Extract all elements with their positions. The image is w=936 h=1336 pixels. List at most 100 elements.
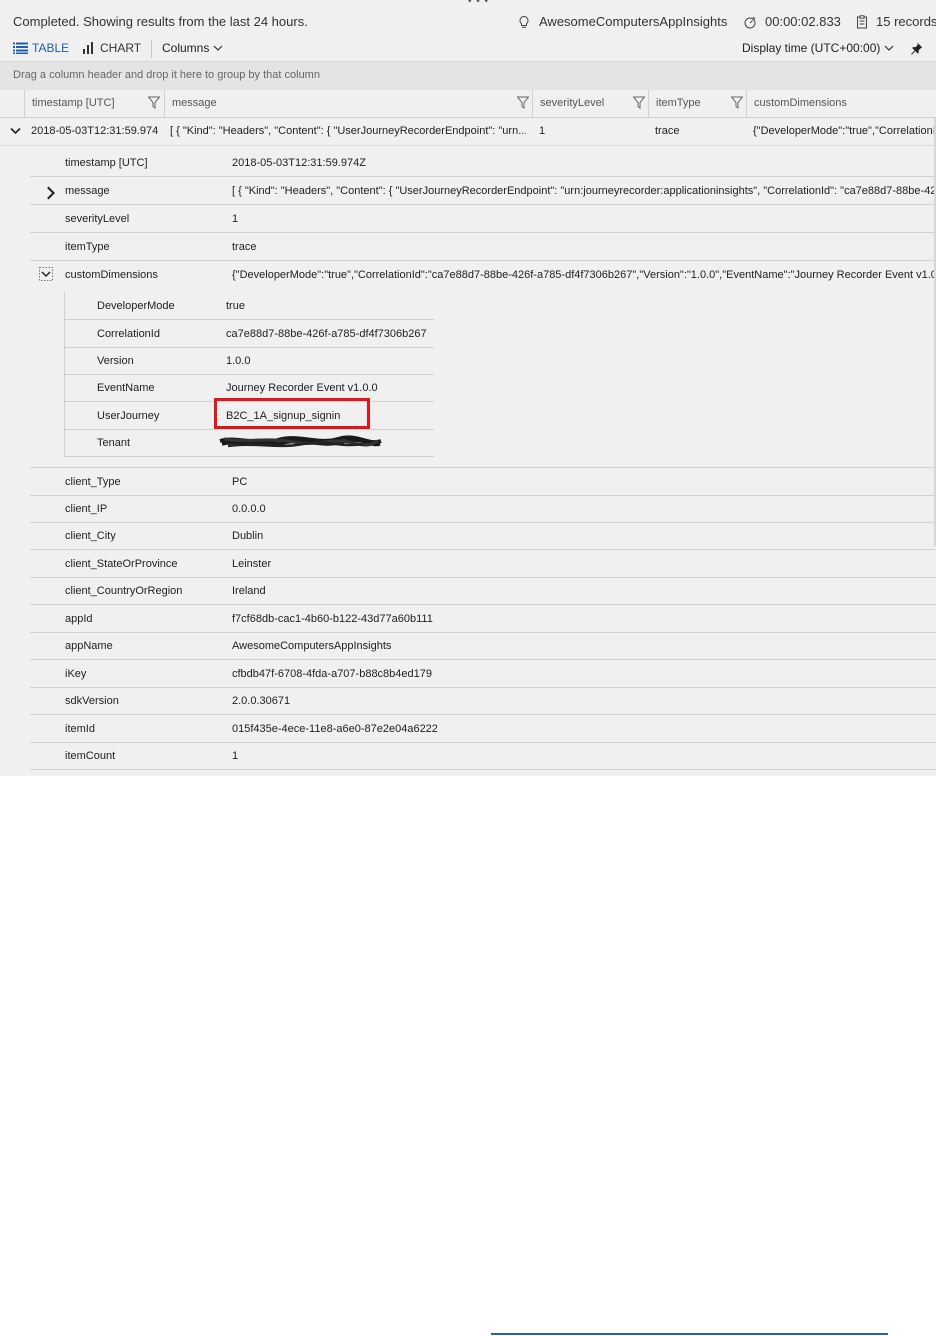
detail-value: Ireland <box>232 585 266 597</box>
detail-value: 015f435e-4ece-11e8-a6e0-87e2e04a6222 <box>232 723 438 735</box>
detail-row: itemId 015f435e-4ece-11e8-a6e0-87e2e04a6… <box>30 715 936 743</box>
table-row[interactable]: 2018-05-03T12:31:59.974 [ { "Kind": "Hea… <box>0 118 936 146</box>
display-time-label: Display time (UTC+00:00) <box>742 41 881 55</box>
cell-message: [ { "Kind": "Headers", "Content": { "Use… <box>170 125 526 137</box>
detail-value: AwesomeComputersAppInsights <box>232 640 392 652</box>
filter-icon[interactable] <box>731 96 743 109</box>
chevron-down-icon[interactable] <box>10 127 21 135</box>
detail-key: client_City <box>65 530 116 542</box>
detail-row[interactable]: message [ { "Kind": "Headers", "Content"… <box>30 177 936 205</box>
bottom-divider <box>491 1333 888 1335</box>
chart-view-button[interactable]: CHART <box>83 41 141 55</box>
detail-value: 2.0.0.30671 <box>232 695 291 707</box>
detail-key: itemType <box>65 241 110 253</box>
detail-row: iKey cfbdb47f-6708-4fda-a707-b88c8b4ed17… <box>30 660 936 688</box>
collapse-toggle-icon[interactable] <box>39 267 53 281</box>
table-view-button[interactable]: TABLE <box>13 41 69 55</box>
detail-row: client_CountryOrRegion Ireland <box>30 577 936 605</box>
custom-dimension-value: true <box>226 300 245 312</box>
column-header-label: message <box>172 97 217 109</box>
chart-label: CHART <box>100 41 142 55</box>
redaction-scribble <box>219 435 382 448</box>
cell-itemtype: trace <box>655 125 680 137</box>
grid-header: timestamp [UTC] message severityLevel it… <box>0 90 936 118</box>
app-name: AwesomeComputersAppInsights <box>539 14 728 29</box>
column-header-label: timestamp [UTC] <box>32 97 115 109</box>
results-panel: • • • Completed. Showing results from th… <box>0 0 936 776</box>
chevron-down-icon <box>884 45 894 51</box>
detail-row: appName AwesomeComputersAppInsights <box>30 632 936 660</box>
filter-icon[interactable] <box>633 96 645 109</box>
records-indicator: 15 records <box>856 14 936 29</box>
detail-key: appId <box>65 613 93 625</box>
stopwatch-icon <box>744 16 756 28</box>
chevron-down-icon <box>213 45 223 51</box>
detail-value: PC <box>232 476 248 488</box>
detail-value: {"DeveloperMode":"true","CorrelationId":… <box>232 269 936 281</box>
columns-dropdown[interactable]: Columns <box>162 41 223 55</box>
detail-key: timestamp [UTC] <box>65 157 148 169</box>
detail-key: itemId <box>65 723 95 735</box>
custom-dimension-key: Version <box>97 355 134 367</box>
cell-severitylevel: 1 <box>539 125 546 137</box>
column-header-label: customDimensions <box>754 97 847 109</box>
detail-key: message <box>65 185 110 197</box>
detail-row[interactable]: customDimensions {"DeveloperMode":"true"… <box>30 261 936 288</box>
lightbulb-icon <box>519 15 529 28</box>
detail-key: iKey <box>65 668 87 680</box>
detail-row: client_StateOrProvince Leinster <box>30 550 936 578</box>
detail-key: client_CountryOrRegion <box>65 585 183 597</box>
custom-dimension-value: Journey Recorder Event v1.0.0 <box>226 382 378 394</box>
status-message: Completed. Showing results from the last… <box>13 14 308 29</box>
detail-key: client_IP <box>65 503 108 515</box>
status-row: Completed. Showing results from the last… <box>0 0 936 40</box>
detail-key: client_StateOrProvince <box>65 558 178 570</box>
column-header-itemtype[interactable]: itemType <box>648 90 747 117</box>
cell-customdimensions: {"DeveloperMode":"true","CorrelationId" <box>753 125 936 137</box>
detail-value: 1 <box>232 750 239 762</box>
custom-dimension-key: CorrelationId <box>97 328 160 340</box>
column-header-severitylevel[interactable]: severityLevel <box>532 90 649 117</box>
custom-dimensions-table: DeveloperMode true CorrelationId ca7e88d… <box>64 292 434 457</box>
bar-chart-icon <box>83 42 93 54</box>
detail-key: appName <box>65 640 113 652</box>
detail-value: f7cf68db-cac1-4b60-b122-43d77a60b111 <box>232 613 433 625</box>
filter-icon[interactable] <box>517 96 529 109</box>
clipboard-icon <box>857 14 867 28</box>
display-time-dropdown[interactable]: Display time (UTC+00:00) <box>742 41 894 55</box>
filter-icon[interactable] <box>148 96 160 109</box>
custom-dimension-key: DeveloperMode <box>97 300 175 312</box>
detail-row: severityLevel 1 <box>30 205 936 233</box>
custom-dimension-value: 1.0.0 <box>226 355 251 367</box>
detail-value: 2018-05-03T12:31:59.974Z <box>232 157 366 169</box>
detail-value: 0.0.0.0 <box>232 503 266 515</box>
detail-value: Leinster <box>232 558 272 570</box>
detail-row: itemCount 1 <box>30 742 936 770</box>
column-header-message[interactable]: message <box>164 90 533 117</box>
detail-row: timestamp [UTC] 2018-05-03T12:31:59.974Z <box>30 149 936 177</box>
column-header-customdimensions[interactable]: customDimensions <box>746 90 936 117</box>
detail-row: itemType trace <box>30 233 936 261</box>
detail-value: Dublin <box>232 530 264 542</box>
detail-value: [ { "Kind": "Headers", "Content": { "Use… <box>232 185 936 197</box>
column-header-label: severityLevel <box>540 97 605 109</box>
detail-key: client_Type <box>65 476 121 488</box>
table-label: TABLE <box>32 41 70 55</box>
duration-indicator: 00:00:02.833 <box>743 14 841 29</box>
app-indicator: AwesomeComputersAppInsights <box>517 14 727 29</box>
group-by-drop-zone[interactable]: Drag a column header and drop it here to… <box>0 61 936 91</box>
chevron-right-icon[interactable] <box>44 186 58 200</box>
detail-key: sdkVersion <box>65 695 119 707</box>
group-by-hint: Drag a column header and drop it here to… <box>13 69 320 81</box>
toolbar-divider <box>151 40 152 58</box>
custom-dimension-row: CorrelationId ca7e88d7-88be-426f-a785-df… <box>64 320 434 348</box>
pin-button[interactable] <box>910 42 923 55</box>
detail-value: trace <box>232 241 257 253</box>
custom-dimension-key: UserJourney <box>97 410 160 422</box>
column-header-timestamp[interactable]: timestamp [UTC] <box>24 90 165 117</box>
custom-dimension-row: Version 1.0.0 <box>64 347 434 375</box>
columns-label: Columns <box>162 41 210 55</box>
detail-key: itemCount <box>65 750 116 762</box>
detail-key: severityLevel <box>65 213 130 225</box>
detail-row: appId f7cf68db-cac1-4b60-b122-43d77a60b1… <box>30 605 936 633</box>
